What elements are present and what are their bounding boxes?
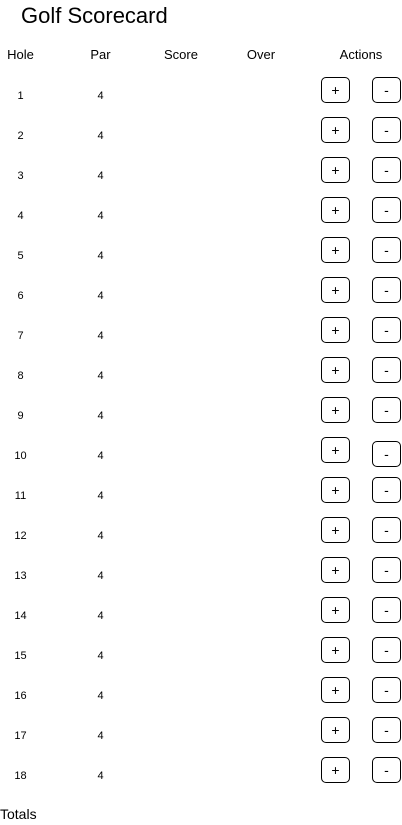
table-row: 6 4 + - [0, 275, 402, 315]
hole-number: 1 [17, 90, 24, 102]
hole-number: 4 [17, 210, 24, 222]
hole-number: 2 [17, 130, 24, 142]
decrement-score-button[interactable]: - [372, 157, 401, 183]
increment-score-button[interactable]: + [321, 237, 350, 263]
par-value: 4 [97, 410, 104, 422]
hole-number: 11 [14, 490, 27, 502]
par-value: 4 [97, 370, 104, 382]
table-row: 8 4 + - [0, 355, 402, 395]
table-row: 9 4 + - [0, 395, 402, 435]
decrement-score-button[interactable]: - [372, 557, 401, 583]
table-row: 4 4 + - [0, 195, 402, 235]
par-value: 4 [97, 490, 104, 502]
page-title: Golf Scorecard [21, 3, 168, 28]
hole-number: 7 [17, 330, 24, 342]
par-value: 4 [97, 450, 104, 462]
decrement-score-button[interactable]: - [372, 757, 401, 783]
hole-number: 18 [14, 770, 27, 782]
decrement-score-button[interactable]: - [372, 117, 401, 143]
decrement-score-button[interactable]: - [372, 717, 401, 743]
par-value: 4 [97, 290, 104, 302]
table-row: 1 4 + - [0, 75, 402, 115]
decrement-score-button[interactable]: - [372, 277, 401, 303]
par-value: 4 [97, 690, 104, 702]
totals-label: Totals [0, 806, 37, 822]
column-header-par: Par [90, 47, 111, 62]
increment-score-button[interactable]: + [321, 597, 350, 623]
hole-number: 6 [17, 290, 24, 302]
hole-number: 8 [17, 370, 24, 382]
increment-score-button[interactable]: + [321, 717, 350, 743]
table-row: 10 4 + - [0, 435, 402, 475]
decrement-score-button[interactable]: - [372, 477, 401, 503]
decrement-score-button[interactable]: - [372, 237, 401, 263]
column-header-hole: Hole [7, 47, 34, 62]
par-value: 4 [97, 770, 104, 782]
par-value: 4 [97, 610, 104, 622]
table-row: 14 4 + - [0, 595, 402, 635]
increment-score-button[interactable]: + [321, 437, 350, 463]
increment-score-button[interactable]: + [321, 557, 350, 583]
table-row: 17 4 + - [0, 715, 402, 755]
table-row: 13 4 + - [0, 555, 402, 595]
par-value: 4 [97, 130, 104, 142]
increment-score-button[interactable]: + [321, 157, 350, 183]
table-row: 18 4 + - [0, 755, 402, 795]
table-row: 7 4 + - [0, 315, 402, 355]
table-row: 16 4 + - [0, 675, 402, 715]
hole-number: 10 [14, 450, 27, 462]
par-value: 4 [97, 650, 104, 662]
column-header-score: Score [164, 47, 198, 62]
hole-number: 17 [14, 730, 27, 742]
hole-number: 12 [14, 530, 27, 542]
increment-score-button[interactable]: + [321, 277, 350, 303]
par-value: 4 [97, 170, 104, 182]
table-row: 2 4 + - [0, 115, 402, 155]
decrement-score-button[interactable]: - [372, 637, 401, 663]
hole-number: 15 [14, 650, 27, 662]
table-row: 5 4 + - [0, 235, 402, 275]
hole-number: 9 [17, 410, 24, 422]
par-value: 4 [97, 570, 104, 582]
par-value: 4 [97, 210, 104, 222]
increment-score-button[interactable]: + [321, 77, 350, 103]
increment-score-button[interactable]: + [321, 477, 350, 503]
par-value: 4 [97, 730, 104, 742]
table-row: 3 4 + - [0, 155, 402, 195]
decrement-score-button[interactable]: - [372, 317, 401, 343]
table-row: 11 4 + - [0, 475, 402, 515]
hole-number: 13 [14, 570, 27, 582]
par-value: 4 [97, 330, 104, 342]
hole-number: 3 [17, 170, 24, 182]
increment-score-button[interactable]: + [321, 637, 350, 663]
par-value: 4 [97, 530, 104, 542]
decrement-score-button[interactable]: - [372, 77, 401, 103]
decrement-score-button[interactable]: - [372, 357, 401, 383]
increment-score-button[interactable]: + [321, 117, 350, 143]
column-header-actions: Actions [339, 47, 383, 62]
increment-score-button[interactable]: + [321, 677, 350, 703]
increment-score-button[interactable]: + [321, 517, 350, 543]
decrement-score-button[interactable]: - [372, 197, 401, 223]
par-value: 4 [97, 90, 104, 102]
column-header-over: Over [246, 47, 276, 62]
par-value: 4 [97, 250, 104, 262]
table-row: 12 4 + - [0, 515, 402, 555]
increment-score-button[interactable]: + [321, 317, 350, 343]
table-row: 15 4 + - [0, 635, 402, 675]
hole-number: 5 [17, 250, 24, 262]
increment-score-button[interactable]: + [321, 357, 350, 383]
hole-number: 16 [14, 690, 27, 702]
hole-number: 14 [14, 610, 27, 622]
decrement-score-button[interactable]: - [372, 517, 401, 543]
decrement-score-button[interactable]: - [372, 397, 401, 423]
increment-score-button[interactable]: + [321, 757, 350, 783]
decrement-score-button[interactable]: - [372, 677, 401, 703]
scorecard-rows: 1 4 + -2 4 + -3 4 + -4 4 + -5 4 + -6 4 + -7 4 + -8 4 + -9 4 + -10 4 +… [0, 75, 402, 795]
increment-score-button[interactable]: + [321, 397, 350, 423]
decrement-score-button[interactable]: - [372, 441, 401, 467]
increment-score-button[interactable]: + [321, 197, 350, 223]
decrement-score-button[interactable]: - [372, 597, 401, 623]
